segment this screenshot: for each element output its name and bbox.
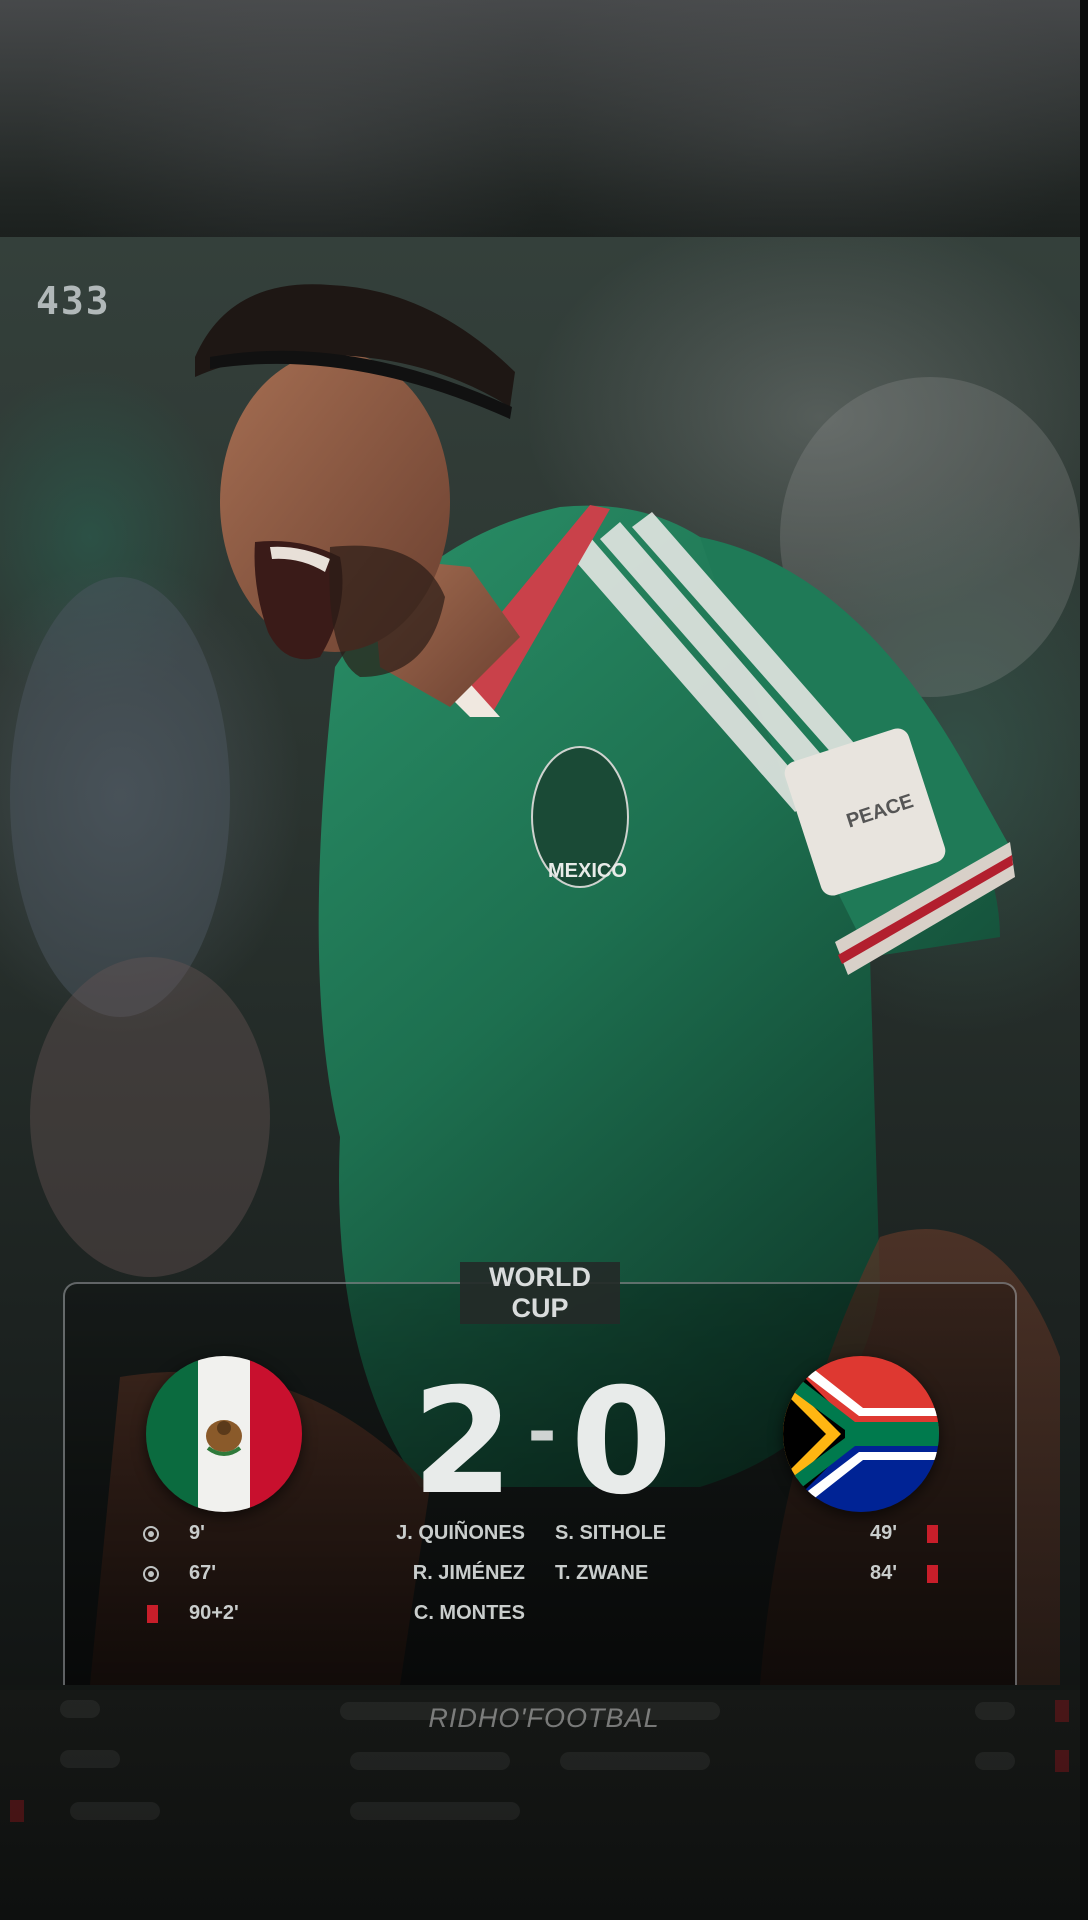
ghost-text [60, 1750, 120, 1768]
home-event-row: 90+2' C. MONTES [65, 1599, 535, 1631]
ghost-card [1055, 1750, 1069, 1772]
away-score: 0 [570, 1357, 675, 1527]
ghost-text [560, 1752, 710, 1770]
event-minute: 67' [189, 1562, 217, 1584]
competition-title: WORLD CUP [460, 1262, 620, 1332]
background-blur-top [0, 0, 1088, 240]
home-event-row: 67' R. JIMÉNEZ [65, 1559, 535, 1591]
ghost-text [350, 1802, 520, 1820]
event-player: J. QUIÑONES [396, 1522, 525, 1544]
match-score: 2 -0 [365, 1342, 721, 1532]
post-image: 433 PEACE MEXICO WORLD CUP 2 -0 9' J. QU… [0, 237, 1080, 1685]
ghost-text [350, 1752, 510, 1770]
event-minute: 90+2' [189, 1602, 239, 1624]
event-player: R. JIMÉNEZ [412, 1562, 525, 1584]
competition-title-line1: WORLD [460, 1262, 620, 1293]
mexico-flag-icon [146, 1356, 302, 1512]
event-minute: 49' [870, 1522, 898, 1544]
red-card-icon [147, 1605, 158, 1623]
story-screen: 433 PEACE MEXICO WORLD CUP 2 -0 9' J. QU… [0, 0, 1088, 1920]
ghost-card [10, 1800, 24, 1822]
south-africa-flag-icon [783, 1356, 939, 1512]
home-event-row: 9' J. QUIÑONES [65, 1519, 535, 1551]
event-minute: 9' [189, 1522, 205, 1544]
away-event-row: S. SITHOLE 49' [555, 1519, 1015, 1551]
goal-ball-icon [143, 1526, 159, 1542]
event-player: T. ZWANE [555, 1562, 649, 1584]
scoreboard: WORLD CUP 2 -0 9' J. QUIÑONES 67' R. JIM… [63, 1262, 1017, 1685]
score-separator: - [527, 1391, 559, 1473]
ghost-text [70, 1802, 160, 1820]
svg-text:MEXICO: MEXICO [548, 860, 627, 882]
event-minute: 84' [870, 1562, 898, 1584]
home-score: 2 [411, 1357, 516, 1527]
event-player: C. MONTES [413, 1602, 525, 1624]
goal-ball-icon [143, 1566, 159, 1582]
watermark-text: RIDHO'FOOTBAL [428, 1703, 660, 1733]
screen-edge [1080, 0, 1088, 1920]
away-event-row: T. ZWANE 84' [555, 1559, 1015, 1591]
event-player: S. SITHOLE [555, 1522, 667, 1544]
competition-title-line2: CUP [460, 1293, 620, 1324]
ghost-text [975, 1752, 1015, 1770]
red-card-icon [927, 1525, 938, 1543]
red-card-icon [927, 1565, 938, 1583]
